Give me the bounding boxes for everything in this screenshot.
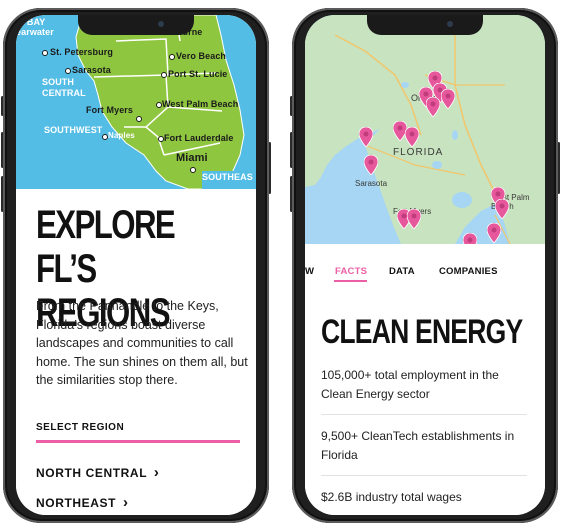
map-label-sarasota: Sarasota <box>355 179 388 188</box>
region-link-north-central[interactable]: NORTH CENTRAL › <box>36 464 159 481</box>
map-pin-icon[interactable] <box>441 89 455 109</box>
map-label-fort-myers: Fort Myers <box>86 105 134 115</box>
map-pin-icon[interactable] <box>364 155 378 175</box>
map-pin-icon[interactable] <box>495 199 509 219</box>
city-dot <box>169 54 175 60</box>
map-label-miami: Miami <box>176 152 208 164</box>
chevron-right-icon: › <box>153 464 160 481</box>
city-dot <box>156 102 162 108</box>
companies-map[interactable]: Orlando FLORIDA Sarasota Fort Myers West… <box>305 15 545 244</box>
left-phone: A BAY earwater Melbourne St. Petersburg … <box>1 0 271 523</box>
chevron-right-icon: › <box>123 494 129 511</box>
map-label-south: SOUTH <box>42 77 74 87</box>
tab-overview[interactable]: W <box>305 266 314 277</box>
map-pin-icon[interactable] <box>407 209 421 229</box>
select-region-label[interactable]: SELECT REGION <box>36 422 124 433</box>
city-dot <box>161 72 167 78</box>
city-dot <box>42 50 48 56</box>
phone-notch <box>367 15 483 35</box>
map-pin-icon[interactable] <box>487 223 501 243</box>
tab-companies[interactable]: COMPANIES <box>439 266 498 277</box>
map-label-naples: Naples <box>108 131 135 140</box>
select-region-underline <box>36 440 240 443</box>
map-pin-icon[interactable] <box>405 127 419 147</box>
city-dot <box>158 136 164 142</box>
region-label: NORTHEAST <box>36 496 117 510</box>
phone-screen: Orlando FLORIDA Sarasota Fort Myers West… <box>305 15 545 515</box>
fact-item: 9,500+ CleanTech establishments in Flori… <box>321 429 515 462</box>
map-label-bay: A BAY <box>18 17 46 27</box>
active-tab-indicator <box>334 280 367 282</box>
map-label-vero-beach: Vero Beach <box>176 51 227 61</box>
section-title: CLEAN ENERGY <box>321 313 523 351</box>
right-phone: Orlando FLORIDA Sarasota Fort Myers West… <box>290 0 560 523</box>
divider <box>321 475 527 476</box>
city-dot <box>65 68 71 74</box>
city-dot <box>190 167 196 173</box>
tab-facts[interactable]: FACTS <box>335 266 367 277</box>
phone-notch <box>78 15 194 35</box>
map-label-port-st-lucie: Port St. Lucie <box>168 69 228 79</box>
regions-panel: EXPLORE FL’S REGIONS From the Panhandle … <box>16 189 256 515</box>
divider <box>321 414 527 415</box>
map-pin-icon[interactable] <box>463 233 477 244</box>
map-pin-icon[interactable] <box>359 127 373 147</box>
region-label: NORTH CENTRAL <box>36 466 147 480</box>
tab-data[interactable]: DATA <box>389 266 415 277</box>
map-label-southeast: SOUTHEAS <box>202 172 253 182</box>
map-label-fort-lauderdale: Fort Lauderdale <box>164 133 234 143</box>
phone-screen: A BAY earwater Melbourne St. Petersburg … <box>16 15 256 515</box>
map-label-clearwater: earwater <box>16 27 54 37</box>
map-label-west-palm-beach: West Palm Beach <box>162 99 239 109</box>
region-link-northeast[interactable]: NORTHEAST › <box>36 494 129 511</box>
intro-paragraph: From the Panhandle to the Keys, Florida’… <box>36 299 248 387</box>
regions-map[interactable]: A BAY earwater Melbourne St. Petersburg … <box>16 15 256 189</box>
fact-item: $2.6B industry total wages <box>321 490 462 504</box>
map-label-southwest: SOUTHWEST <box>44 125 103 135</box>
city-dot <box>136 116 142 122</box>
fact-item: 105,000+ total employment in the Clean E… <box>321 368 499 401</box>
city-dot <box>102 134 108 140</box>
map-label-sarasota: Sarasota <box>72 65 111 75</box>
map-pin-icon[interactable] <box>426 97 440 117</box>
map-label-florida: FLORIDA <box>393 147 444 158</box>
map-label-central: CENTRAL <box>42 88 86 98</box>
facts-panel: W FACTS DATA COMPANIES CLEAN ENERGY 105,… <box>305 244 545 515</box>
map-label-st-petersburg: St. Petersburg <box>50 47 113 57</box>
